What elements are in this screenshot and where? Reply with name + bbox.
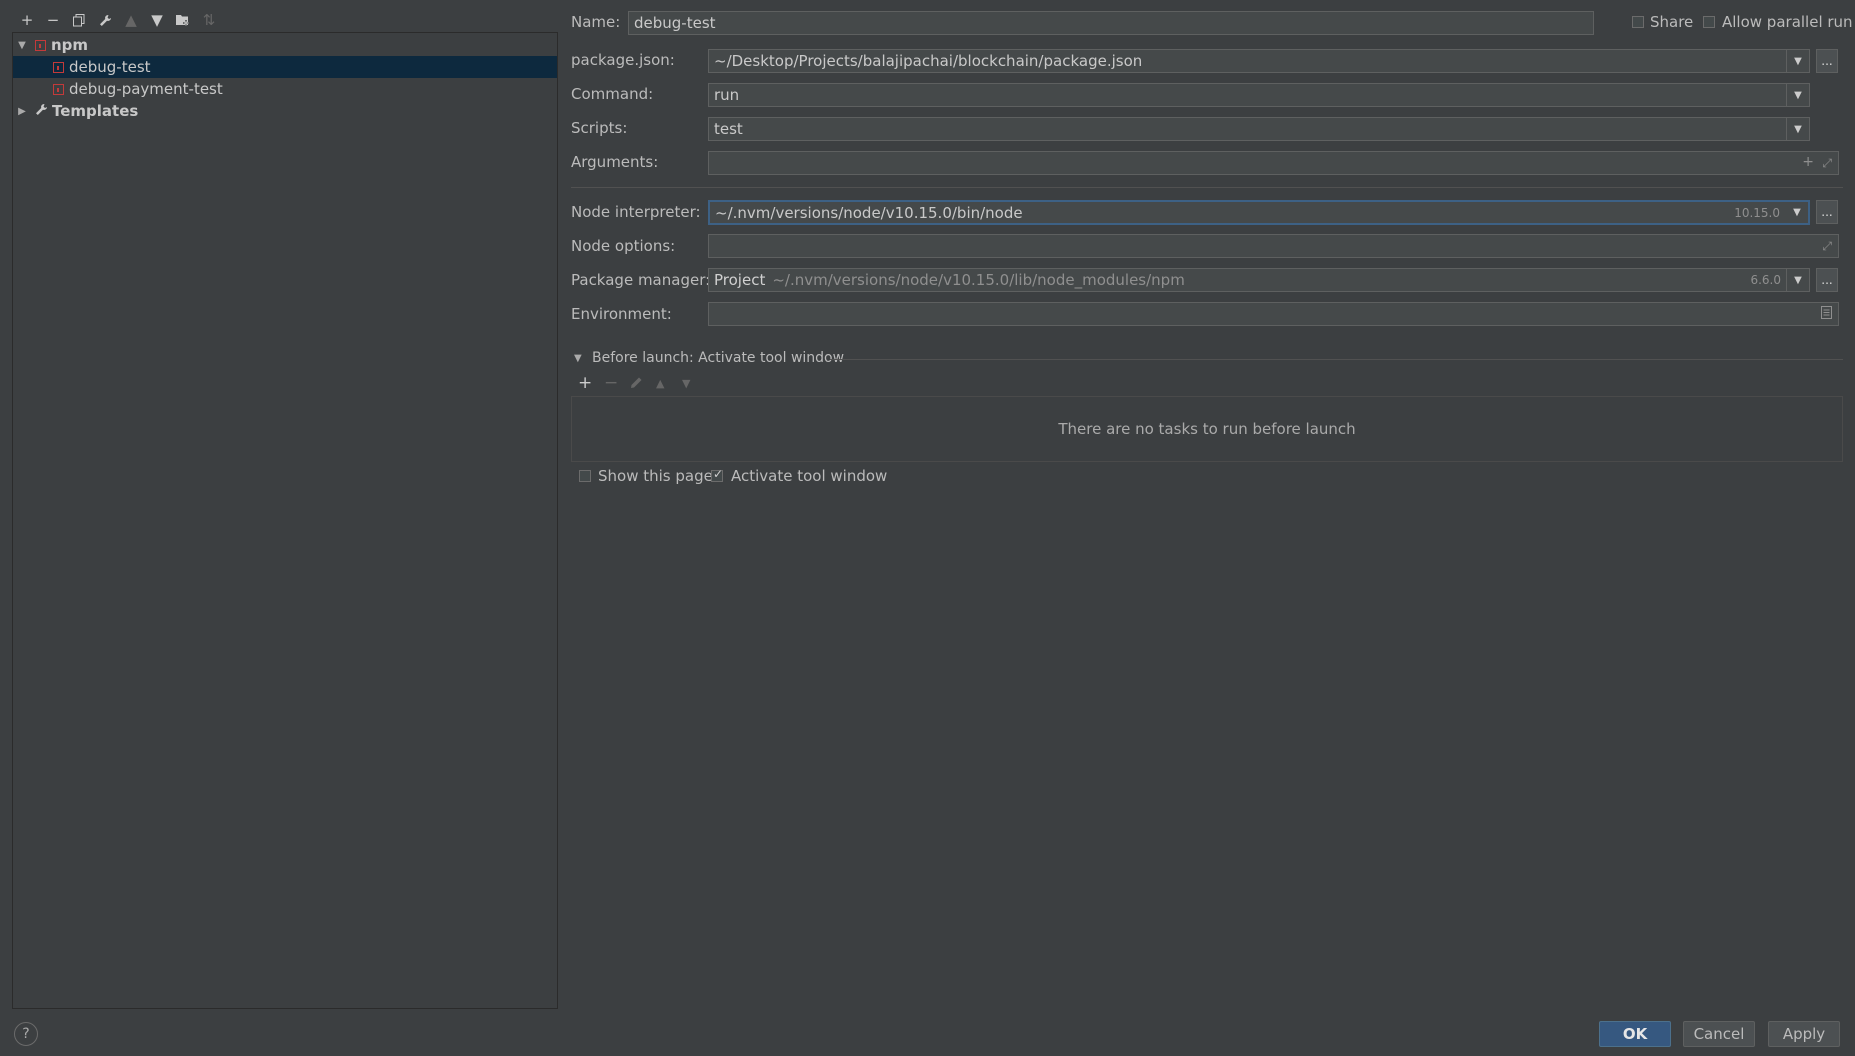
package-json-browse-button[interactable]: ... [1816,49,1838,73]
node-options-label: Node options: [571,237,676,255]
tree-node-npm[interactable]: ▼ npm [13,34,557,56]
tree-item-debug-payment-test[interactable]: debug-payment-test [13,78,557,100]
chevron-down-icon[interactable]: ▼ [1786,84,1809,106]
package-json-label: package.json: [571,51,675,69]
wrench-icon[interactable] [92,9,118,31]
cancel-button[interactable]: Cancel [1683,1021,1755,1047]
npm-icon [35,39,46,51]
allow-parallel-label: Allow parallel run [1722,13,1853,31]
help-button[interactable]: ? [14,1022,38,1046]
arrow-up-icon[interactable]: ▲ [118,9,144,31]
node-interpreter-label: Node interpreter: [571,203,701,221]
package-manager-select[interactable]: Project ~/.nvm/versions/node/v10.15.0/li… [708,268,1810,292]
package-json-select[interactable]: ~/Desktop/Projects/balajipachai/blockcha… [708,49,1810,73]
document-icon[interactable] [1821,306,1832,322]
command-value: run [714,86,740,104]
name-label: Name: [571,13,621,31]
remove-task-icon[interactable]: − [604,373,618,393]
plus-icon[interactable]: + [1802,154,1814,170]
arguments-label: Arguments: [571,153,659,171]
environment-label: Environment: [571,305,672,323]
expanded-triangle-icon[interactable]: ▼ [15,40,29,51]
package-manager-version: 6.6.0 [1750,273,1781,287]
config-toolbar: + − ▲ ▼ ⇅ [14,8,222,32]
npm-config-icon [53,83,64,95]
minus-icon[interactable]: − [40,9,66,31]
package-manager-browse-button[interactable]: ... [1816,268,1838,292]
scripts-value: test [714,120,743,138]
chevron-down-icon[interactable]: ▼ [1786,50,1809,72]
scripts-select[interactable]: test ▼ [708,117,1810,141]
tree-node-label: npm [51,36,89,54]
package-json-value: ~/Desktop/Projects/balajipachai/blockcha… [714,52,1143,70]
copy-icon[interactable] [66,9,92,31]
package-manager-project: Project [714,271,766,289]
chevron-down-icon[interactable]: ▼ [1786,118,1809,140]
package-manager-label: Package manager: [571,271,711,289]
move-up-icon[interactable]: ▲ [656,377,664,390]
sort-icon[interactable]: ⇅ [196,9,222,31]
share-label: Share [1650,13,1694,31]
tree-item-label: debug-payment-test [69,80,223,98]
node-version: 10.15.0 [1734,205,1780,220]
tree-item-label: debug-test [69,58,151,76]
before-launch-task-list[interactable]: There are no tasks to run before launch [571,396,1843,462]
divider [571,187,1843,188]
share-checkbox[interactable] [1632,16,1644,28]
node-interpreter-select[interactable]: ~/.nvm/versions/node/v10.15.0/bin/node 1… [708,200,1810,225]
arguments-input[interactable]: + ⤢ [708,151,1839,175]
apply-button[interactable]: Apply [1768,1021,1840,1047]
tree-node-label: Templates [52,102,139,120]
ok-button[interactable]: OK [1599,1021,1671,1047]
expand-icon[interactable]: ⤢ [1822,239,1832,254]
allow-parallel-checkbox[interactable] [1703,16,1715,28]
expand-icon[interactable]: ⤢ [1822,156,1832,171]
chevron-down-icon[interactable]: ▼ [1786,202,1808,223]
activate-tool-window-label: Activate tool window [731,467,888,485]
tree-item-debug-test[interactable]: debug-test [13,56,557,78]
add-task-icon[interactable]: + [578,373,592,393]
node-options-input[interactable]: ⤢ [708,234,1839,258]
activate-tool-window-checkbox[interactable] [711,467,723,482]
before-launch-title[interactable]: Before launch: Activate tool window [592,350,844,366]
plus-icon[interactable]: + [14,9,40,31]
arrow-down-icon[interactable]: ▼ [144,9,170,31]
show-this-page-checkbox[interactable] [579,470,591,482]
before-launch-toggle-icon[interactable]: ▼ [574,353,582,364]
chevron-down-icon[interactable]: ▼ [1786,269,1809,291]
folder-add-icon[interactable] [170,9,196,31]
package-manager-path: ~/.nvm/versions/node/v10.15.0/lib/node_m… [772,271,1185,289]
show-this-page-label: Show this page [598,467,713,485]
scripts-label: Scripts: [571,119,628,137]
divider [830,359,1843,360]
collapsed-triangle-icon[interactable]: ▶ [15,106,29,117]
move-down-icon[interactable]: ▼ [682,377,690,390]
tree-node-templates[interactable]: ▶ Templates [13,100,557,122]
edit-task-icon[interactable] [630,375,643,393]
empty-tasks-text: There are no tasks to run before launch [1058,420,1356,438]
config-tree-panel: ▼ npm debug-test debug-payment-test ▶ Te… [12,32,558,1009]
wrench-icon [35,102,48,120]
node-interpreter-browse-button[interactable]: ... [1816,200,1838,224]
node-interpreter-value: ~/.nvm/versions/node/v10.15.0/bin/node [715,203,1023,222]
command-select[interactable]: run ▼ [708,83,1810,107]
name-input[interactable]: debug-test [628,11,1594,35]
command-label: Command: [571,85,654,103]
environment-input[interactable] [708,302,1839,326]
npm-config-icon [53,61,64,73]
